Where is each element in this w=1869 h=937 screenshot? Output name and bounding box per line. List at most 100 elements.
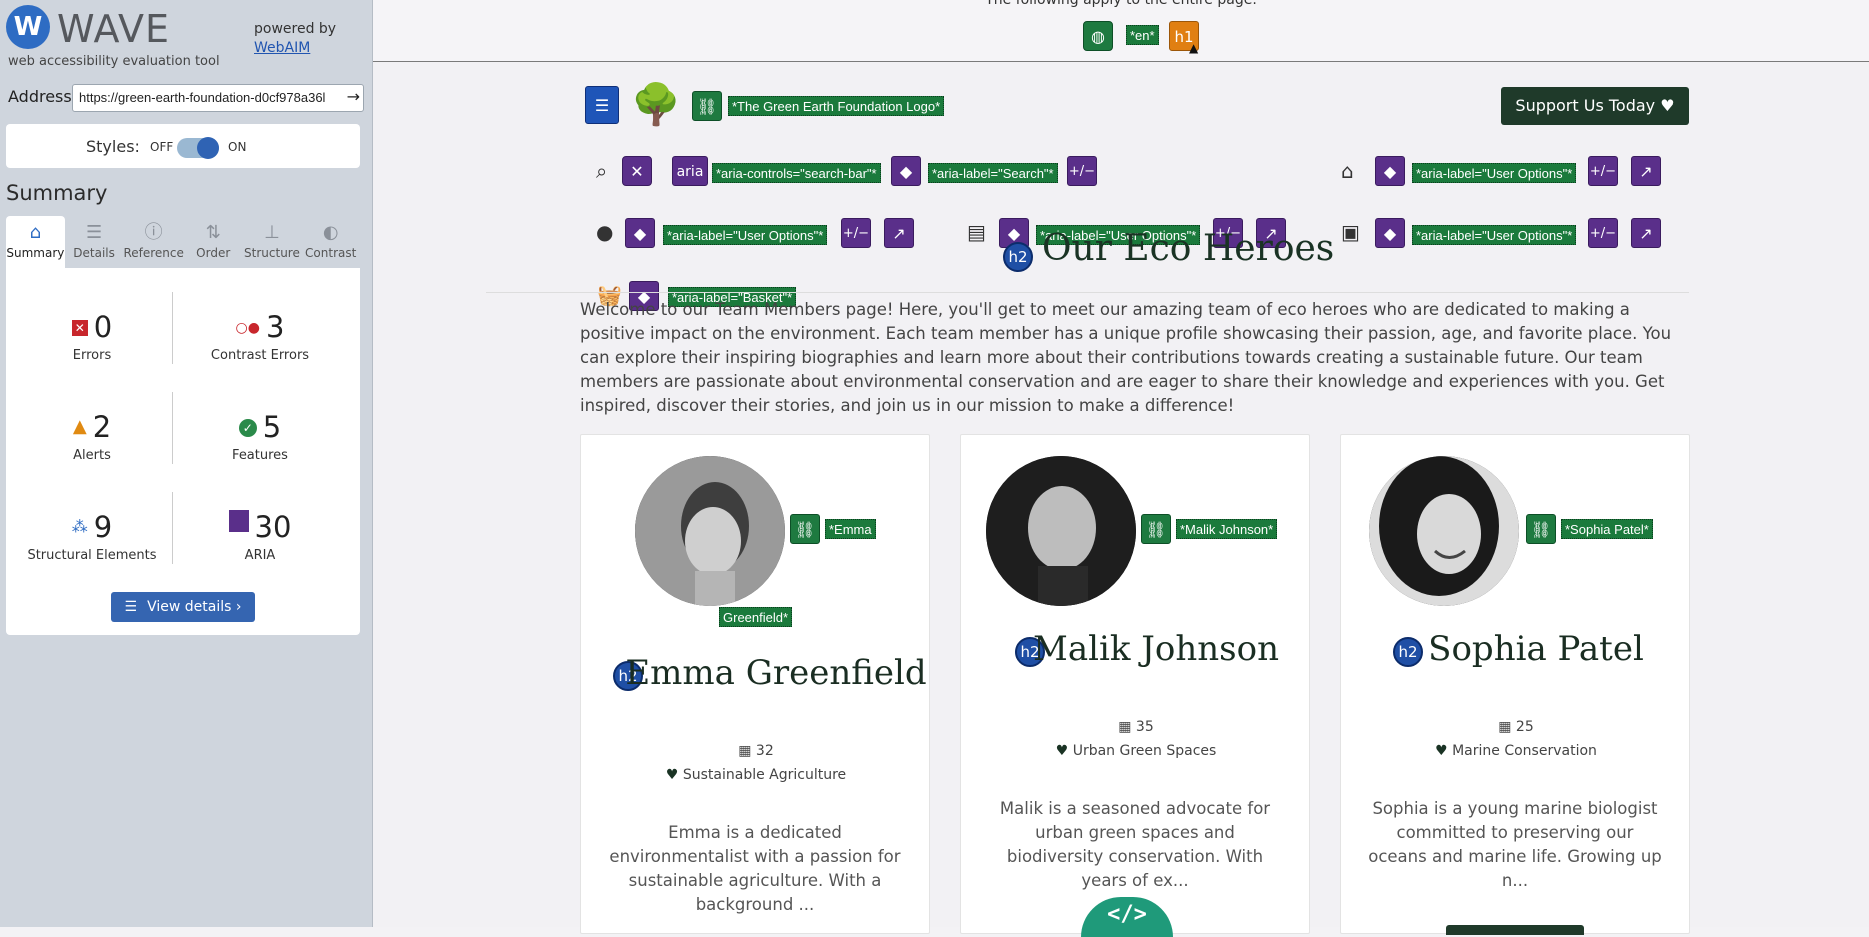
tag-icon[interactable]: ◆ [625,218,655,248]
expand-icon[interactable]: ↗ [1631,156,1661,186]
link-image-icon[interactable]: ⛓ [692,91,722,121]
view-details-button[interactable]: ☰ View details › [111,592,255,622]
menu-icon[interactable]: ☰ [585,86,619,124]
styles-toggle[interactable] [177,137,219,159]
globe-icon[interactable]: ◍ [1083,21,1113,51]
calendar-icon: ▦ [1118,719,1136,735]
evaluated-page: The following apply to the entire page. … [373,0,1869,937]
card-place: ♥ Marine Conservation [1341,743,1691,759]
errors-label: Errors [72,348,112,363]
page-heading: Our Eco Heroes [1042,228,1335,269]
tag-icon[interactable]: ◆ [1375,156,1405,186]
contrast-count: 3 [265,310,285,344]
card-alt-label: *Emma [825,519,876,539]
expand-icon[interactable]: ↗ [884,218,914,248]
card-age-value: 25 [1515,719,1534,735]
portrait-image [986,456,1136,606]
card-bio: Malik is a seasoned advocate for urban g… [999,799,1271,890]
structure-element-icon: ⁂ [71,517,88,536]
tag-icon[interactable]: ◆ [1375,218,1405,248]
wave-tabs: ⌂ Summary ☰ Details ⓘ Reference ⇅ Order … [6,216,361,268]
arrow-right-icon[interactable]: → [347,87,360,106]
card-place-value: Marine Conservation [1452,743,1597,759]
card-age: ▦ 32 [581,743,931,759]
tab-label: Details [73,246,115,260]
plusminus-icon[interactable]: +/− [841,218,871,248]
link-image-icon[interactable]: ⛓ [790,514,820,544]
tab-label: Summary [6,246,65,260]
tab-reference[interactable]: ⓘ Reference [123,216,184,268]
tab-label: Reference [123,246,184,260]
address-value: https://green-earth-foundation-d0cf978a3… [79,90,326,105]
expand-icon[interactable]: ↗ [1631,218,1661,248]
search-icon[interactable]: ⌕ [596,159,607,183]
wave-subtitle: web accessibility evaluation tool [8,54,220,69]
alert-icon: ▲ [72,416,87,437]
team-card: ⛓ *Malik Johnson* h2 Malik Johnson ▦ 35 … [960,434,1310,937]
user-icon[interactable]: ● [596,220,613,244]
avatar [635,456,785,606]
team-card: ⛓ *Sophia Patel* h2 Sophia Patel ▦ 25 ♥ … [1340,434,1691,935]
plusminus-icon[interactable]: +/− [1588,156,1618,186]
feature-icon: ✓ [238,419,257,437]
tab-structure[interactable]: ⊥ Structure [242,216,302,268]
card-age-value: 35 [1135,719,1154,735]
styles-toggle-box: Styles: OFF ON [6,124,360,168]
top-note-text: The following apply to the entire page. [985,0,1257,8]
tab-contrast[interactable]: ◐ Contrast [301,216,361,268]
tree-logo-icon[interactable]: 🌳 [631,80,681,130]
card-place: ♥ Sustainable Agriculture [581,767,931,783]
id-card-icon[interactable]: ▣ [1341,220,1360,244]
stat-contrast[interactable]: ○● 3 Contrast Errors [180,310,340,363]
avatar [1369,456,1519,606]
portrait-image [1369,456,1519,606]
tab-details[interactable]: ☰ Details [64,216,124,268]
contrast-error-icon: ○● [235,320,260,336]
divider [486,292,1689,293]
divider [172,492,173,564]
plusminus-text: +/− [1589,226,1617,241]
stat-features[interactable]: ✓ 5 Features [180,410,340,463]
store-icon[interactable]: ⌂ [1341,159,1354,183]
plusminus-text: +/− [1589,164,1617,179]
structural-count: 9 [93,510,113,544]
stat-errors[interactable]: ✕ 0 Errors [12,310,172,363]
link-image-icon[interactable]: ⛓ [1526,514,1556,544]
warning-icon: ▲ [1189,41,1199,55]
support-button[interactable]: Support Us Today ♥ [1501,87,1689,125]
plusminus-icon[interactable]: +/− [1588,218,1618,248]
aria-chip-icon[interactable]: aria [672,156,708,186]
close-icon[interactable]: ✕ [622,156,652,186]
aria-search-label: *aria-label="Search"* [928,163,1058,183]
tab-order[interactable]: ⇅ Order [183,216,243,268]
address-input[interactable]: https://green-earth-foundation-d0cf978a3… [72,84,364,112]
webaim-link[interactable]: WebAIM [254,40,310,56]
wave-sidebar: W WAVE web accessibility evaluation tool… [0,0,373,927]
h2-badge[interactable]: h2 [1003,242,1033,272]
tag-icon[interactable]: ◆ [891,156,921,186]
toggle-knob [197,137,219,159]
powered-by-text: powered by [254,21,337,37]
card-alt-label: *Malik Johnson* [1176,519,1278,539]
wave-title: WAVE [57,7,171,51]
plusminus-icon[interactable]: +/− [1067,156,1097,186]
summary-panel: ✕ 0 Errors ○● 3 Contrast Errors ▲ 2 Alerts … [6,268,360,635]
heart-icon: ♥ [1435,743,1453,759]
stat-structural[interactable]: ⁂ 9 Structural Elements [12,510,172,563]
wave-logo-area: W WAVE web accessibility evaluation tool… [6,4,366,70]
address-label: Address: [8,87,78,106]
tab-label: Order [196,246,231,260]
link-image-icon[interactable]: ⛓ [1141,514,1171,544]
newspaper-icon[interactable]: ▤ [967,220,986,244]
error-icon: ✕ [71,320,88,336]
portrait-image [635,456,785,606]
wave-logo-icon[interactable]: W [6,5,50,49]
tab-summary[interactable]: ⌂ Summary [6,216,65,268]
card-bio: Sophia is a young marine biologist commi… [1368,799,1662,890]
structural-label: Structural Elements [27,548,157,563]
address-bar: Address: https://green-earth-foundation-… [8,84,366,112]
code-icon[interactable]: </> [1081,897,1173,937]
stat-aria[interactable]: 30 ARIA [180,510,340,563]
stat-alerts[interactable]: ▲ 2 Alerts [12,410,172,463]
alerts-label: Alerts [73,448,111,463]
